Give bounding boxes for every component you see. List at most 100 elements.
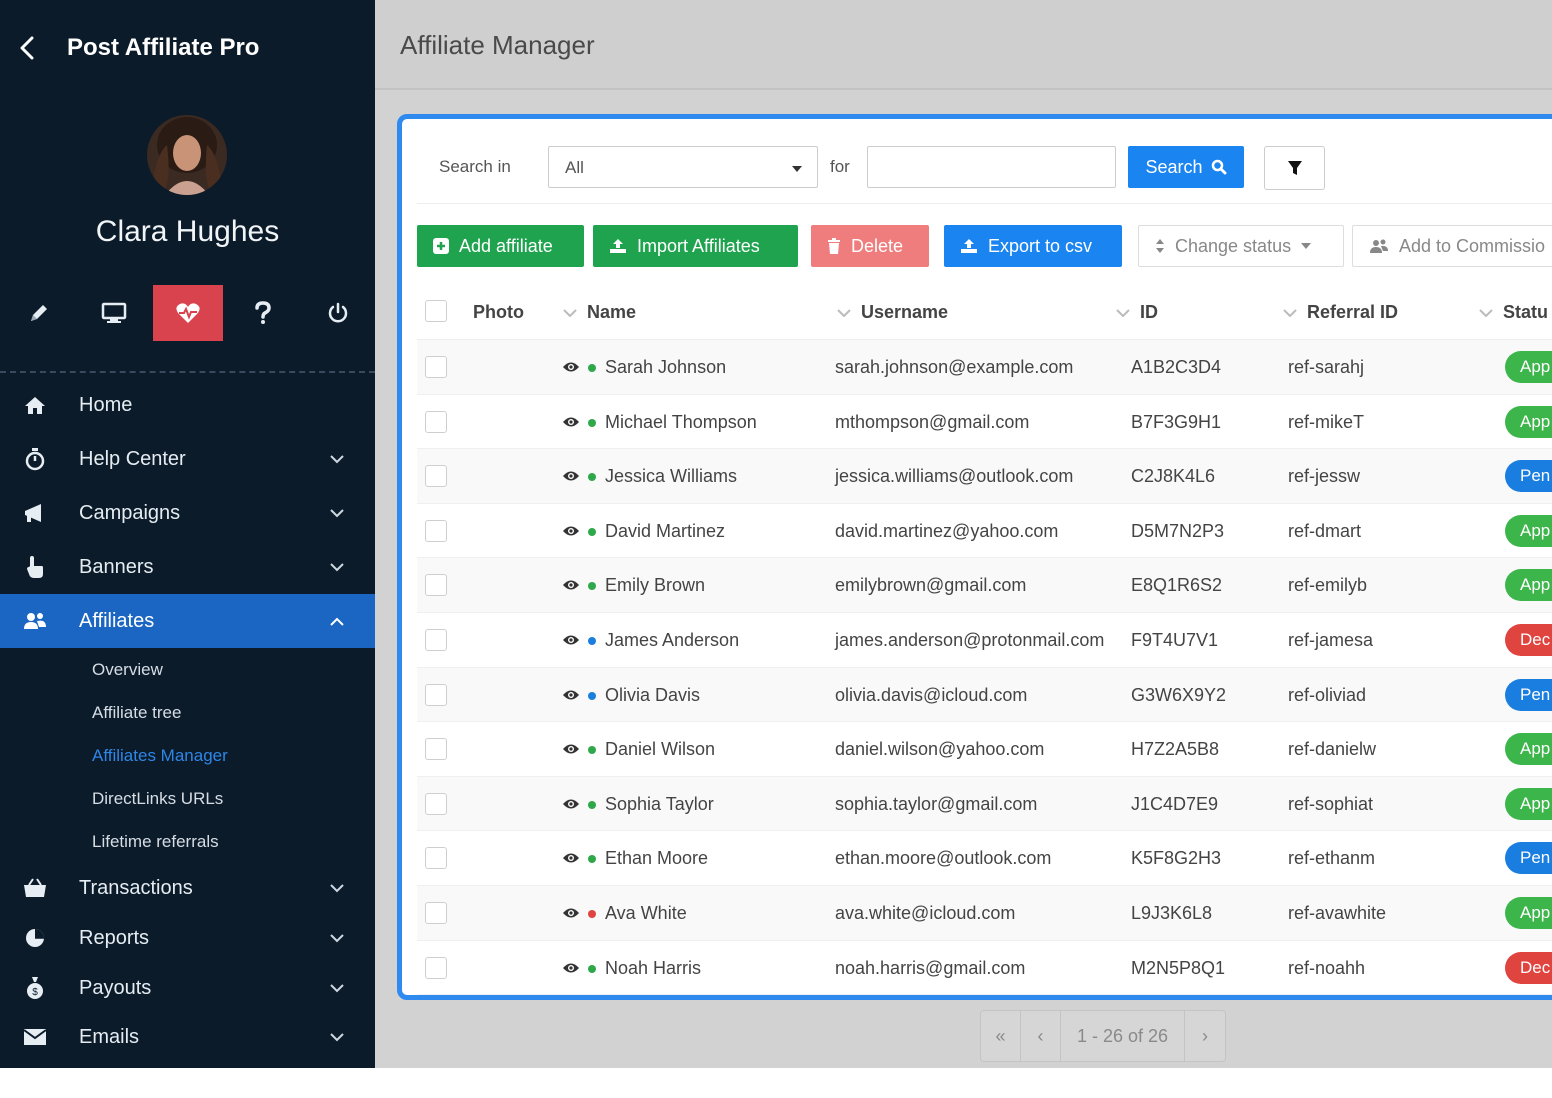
eye-icon[interactable]: [562, 797, 580, 811]
row-checkbox[interactable]: [425, 792, 447, 815]
table-row[interactable]: Olivia Davis olivia.davis@icloud.com G3W6X…: [417, 667, 1552, 723]
sidebar-item-affiliates[interactable]: Affiliates: [0, 594, 375, 648]
eye-icon[interactable]: [562, 360, 580, 374]
change-status-dropdown[interactable]: Change status: [1138, 225, 1344, 267]
sidebar-item-payouts[interactable]: $ Payouts: [0, 963, 375, 1013]
avatar[interactable]: [147, 115, 227, 195]
status-badge[interactable]: App: [1505, 569, 1552, 602]
status-badge[interactable]: Pen: [1505, 460, 1552, 493]
affiliate-name[interactable]: Ava White: [605, 903, 687, 924]
status-badge[interactable]: App: [1505, 514, 1552, 547]
sidebar-subitem-lifetime-referrals[interactable]: Lifetime referrals: [0, 820, 375, 863]
table-row[interactable]: Michael Thompson mthompson@gmail.com B7F3G…: [417, 395, 1552, 450]
affiliate-name[interactable]: Ethan Moore: [605, 848, 708, 869]
eye-icon[interactable]: [562, 742, 580, 756]
table-row[interactable]: Ava White ava.white@icloud.com L9J3K6L8 ref…: [417, 885, 1552, 941]
affiliate-name[interactable]: Noah Harris: [605, 958, 701, 979]
row-checkbox[interactable]: [425, 901, 447, 924]
row-checkbox[interactable]: [425, 628, 447, 651]
affiliate-name[interactable]: Olivia Davis: [605, 685, 700, 706]
eye-icon[interactable]: [562, 633, 580, 647]
edit-button[interactable]: [4, 285, 74, 341]
column-referral-id[interactable]: Referral ID: [1283, 302, 1398, 323]
status-badge[interactable]: App: [1505, 896, 1552, 929]
add-affiliate-button[interactable]: Add affiliate: [417, 225, 584, 267]
status-badge[interactable]: App: [1505, 351, 1552, 383]
row-checkbox[interactable]: [425, 956, 447, 979]
heartbeat-button[interactable]: [153, 285, 223, 341]
power-button[interactable]: [303, 285, 373, 341]
row-checkbox[interactable]: [425, 465, 447, 488]
column-name[interactable]: Name: [563, 302, 636, 323]
table-row[interactable]: Sarah Johnson sarah.johnson@example.com A1…: [417, 340, 1552, 395]
add-to-commission-group-button[interactable]: Add to Commissio: [1352, 225, 1552, 267]
delete-button[interactable]: Delete: [811, 225, 929, 267]
row-checkbox[interactable]: [425, 356, 447, 378]
filter-button[interactable]: [1264, 146, 1325, 190]
eye-icon[interactable]: [562, 961, 580, 975]
sidebar-subitem-affiliates-manager[interactable]: Affiliates Manager: [0, 734, 375, 777]
table-row[interactable]: Emily Brown emilybrown@gmail.com E8Q1R6S2 r…: [417, 558, 1552, 613]
search-input[interactable]: [867, 146, 1116, 188]
table-row[interactable]: Noah Harris noah.harris@gmail.com M2N5P8Q1…: [417, 941, 1552, 996]
status-badge[interactable]: App: [1505, 733, 1552, 766]
affiliate-name[interactable]: Daniel Wilson: [605, 739, 715, 760]
row-checkbox[interactable]: [425, 847, 447, 870]
sidebar-item-help-center[interactable]: Help Center: [0, 432, 375, 486]
status-badge[interactable]: Dec: [1505, 951, 1552, 984]
table-row[interactable]: Daniel Wilson daniel.wilson@yahoo.com H7Z2…: [417, 722, 1552, 777]
next-page-button[interactable]: ›: [1185, 1011, 1225, 1061]
sidebar-item-transactions[interactable]: Transactions: [0, 863, 375, 913]
monitor-button[interactable]: [79, 285, 149, 341]
eye-icon[interactable]: [562, 688, 580, 702]
status-badge[interactable]: App: [1505, 787, 1552, 820]
status-badge[interactable]: Pen: [1505, 678, 1552, 711]
status-badge[interactable]: Dec: [1505, 623, 1552, 656]
column-id[interactable]: ID: [1116, 302, 1158, 323]
sidebar-subitem-directlinks[interactable]: DirectLinks URLs: [0, 777, 375, 820]
import-affiliates-button[interactable]: Import Affiliates: [593, 225, 798, 267]
table-row[interactable]: Ethan Moore ethan.moore@outlook.com K5F8G2…: [417, 831, 1552, 886]
eye-icon[interactable]: [562, 906, 580, 920]
sidebar-subitem-affiliate-tree[interactable]: Affiliate tree: [0, 691, 375, 734]
eye-icon[interactable]: [562, 415, 580, 429]
status-badge[interactable]: App: [1505, 405, 1552, 438]
eye-icon[interactable]: [562, 524, 580, 538]
sidebar-subitem-overview[interactable]: Overview: [0, 648, 375, 691]
status-badge[interactable]: Pen: [1505, 842, 1552, 875]
search-in-select[interactable]: All: [548, 146, 818, 188]
table-row[interactable]: James Anderson james.anderson@protonmail.…: [417, 613, 1552, 668]
table-row[interactable]: Sophia Taylor sophia.taylor@gmail.com J1C4…: [417, 776, 1552, 832]
affiliate-name[interactable]: James Anderson: [605, 630, 739, 651]
column-username[interactable]: Username: [837, 302, 948, 323]
first-page-button[interactable]: «: [981, 1011, 1021, 1061]
sidebar-item-home[interactable]: Home: [0, 378, 375, 432]
row-checkbox[interactable]: [425, 683, 447, 706]
affiliate-name[interactable]: Jessica Williams: [605, 466, 737, 487]
sidebar-item-campaigns[interactable]: Campaigns: [0, 486, 375, 540]
help-button[interactable]: [228, 285, 298, 341]
row-checkbox[interactable]: [425, 519, 447, 542]
table-row[interactable]: Jessica Williams jessica.williams@outlook…: [417, 449, 1552, 504]
select-all-checkbox[interactable]: [425, 300, 447, 322]
row-checkbox[interactable]: [425, 574, 447, 597]
back-button[interactable]: [12, 33, 42, 63]
sidebar-item-reports[interactable]: Reports: [0, 913, 375, 963]
affiliate-name[interactable]: Michael Thompson: [605, 412, 757, 433]
export-csv-button[interactable]: Export to csv: [944, 225, 1122, 267]
sidebar-item-banners[interactable]: Banners: [0, 540, 375, 594]
eye-icon[interactable]: [562, 578, 580, 592]
row-checkbox[interactable]: [425, 738, 447, 761]
table-row[interactable]: David Martinez david.martinez@yahoo.com D5…: [417, 504, 1552, 559]
affiliate-name[interactable]: Sophia Taylor: [605, 794, 714, 815]
search-button[interactable]: Search: [1128, 146, 1244, 188]
column-status[interactable]: Statu: [1479, 302, 1548, 323]
eye-icon[interactable]: [562, 469, 580, 483]
prev-page-button[interactable]: ‹: [1021, 1011, 1061, 1061]
affiliate-name[interactable]: Sarah Johnson: [605, 357, 726, 378]
affiliate-name[interactable]: David Martinez: [605, 521, 725, 542]
row-checkbox[interactable]: [425, 410, 447, 433]
eye-icon[interactable]: [562, 851, 580, 865]
sidebar-item-emails[interactable]: Emails: [0, 1013, 375, 1061]
affiliate-name[interactable]: Emily Brown: [605, 575, 705, 596]
